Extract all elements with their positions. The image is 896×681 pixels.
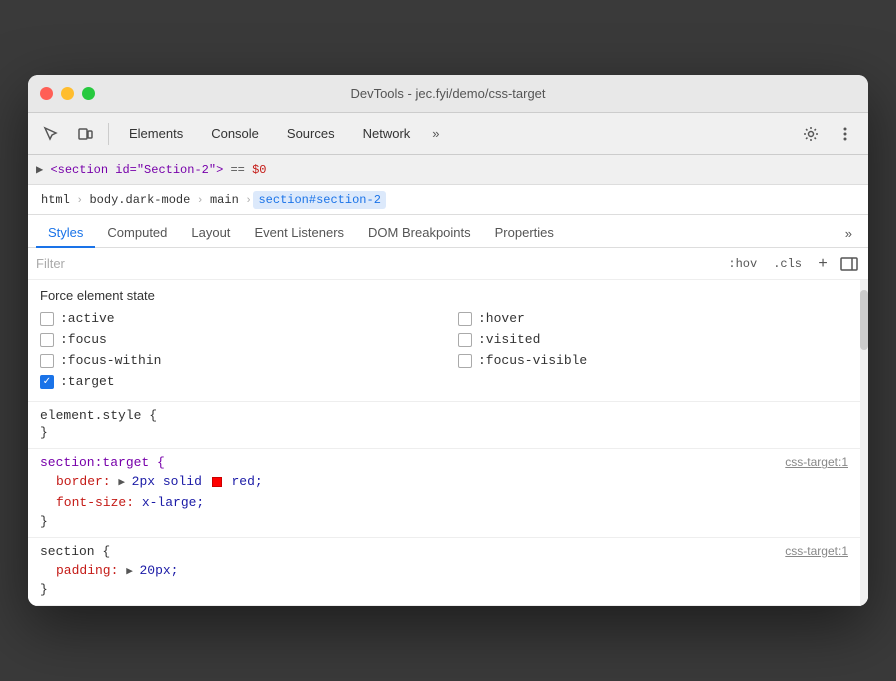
sidebar-toggle-button[interactable] [838, 253, 860, 275]
tab-layout[interactable]: Layout [179, 219, 242, 248]
css-rule-element-style: element.style { } [28, 402, 868, 449]
css-prop-value-border: 2px solid [132, 474, 210, 489]
css-prop-color-name: red; [231, 474, 262, 489]
filter-bar: :hov .cls + [28, 248, 868, 280]
state-visited-checkbox[interactable] [458, 333, 472, 347]
css-rule-section: css-target:1 section { padding: ▶ 20px; … [28, 538, 868, 606]
css-prop-name-font-size: font-size: [56, 495, 134, 510]
tab-event-listeners[interactable]: Event Listeners [242, 219, 356, 248]
minimize-button[interactable] [61, 87, 74, 100]
styles-content: Force element state :active :hover [28, 280, 868, 605]
more-options-button[interactable] [830, 120, 860, 148]
panel-tabs: Styles Computed Layout Event Listeners D… [28, 215, 868, 248]
more-panels-button[interactable]: » [837, 220, 860, 247]
main-toolbar: Elements Console Sources Network » [28, 113, 868, 155]
dom-node-label: ▶ <section id="Section-2"> == $0 [36, 162, 270, 177]
sidebar-icon [840, 257, 858, 271]
css-property-padding: padding: ▶ 20px; [40, 561, 856, 582]
force-element-state-section: Force element state :active :hover [28, 280, 868, 402]
dollar-sign: $0 [252, 163, 266, 177]
scrollbar-thumb[interactable] [860, 290, 868, 350]
state-hover[interactable]: :hover [458, 311, 856, 326]
console-tab[interactable]: Console [199, 122, 271, 145]
state-active[interactable]: :active [40, 311, 438, 326]
css-selector-section: section { [40, 544, 856, 559]
css-prop-arrow-border[interactable]: ▶ [118, 477, 131, 489]
settings-button[interactable] [796, 120, 826, 148]
css-source-link-1[interactable]: css-target:1 [785, 455, 848, 469]
state-focus-visible[interactable]: :focus-visible [458, 353, 856, 368]
hov-button[interactable]: :hov [722, 255, 763, 273]
css-close-brace-2: } [40, 582, 856, 597]
cursor-icon [43, 126, 59, 142]
device-icon [77, 126, 93, 142]
css-prop-value-padding: 20px; [139, 563, 178, 578]
css-source-link-2[interactable]: css-target:1 [785, 544, 848, 558]
tab-styles[interactable]: Styles [36, 219, 95, 248]
css-property-font-size: font-size: x-large; [40, 493, 856, 514]
breadcrumb-bar: ▶ <section id="Section-2"> == $0 [28, 155, 868, 185]
tab-computed[interactable]: Computed [95, 219, 179, 248]
titlebar-buttons [40, 87, 95, 100]
filter-input[interactable] [36, 256, 718, 271]
titlebar: DevTools - jec.fyi/demo/css-target [28, 75, 868, 113]
state-hover-checkbox[interactable] [458, 312, 472, 326]
breadcrumb-main[interactable]: main [205, 191, 244, 209]
color-swatch-red[interactable] [212, 477, 222, 487]
force-state-title: Force element state [40, 288, 856, 303]
tab-properties[interactable]: Properties [483, 219, 566, 248]
window-title: DevTools - jec.fyi/demo/css-target [350, 86, 545, 101]
elements-tab[interactable]: Elements [117, 122, 195, 145]
element-tag: <section id="Section-2"> [50, 163, 223, 177]
breadcrumb-path: html › body.dark-mode › main › section#s… [28, 185, 868, 215]
toolbar-divider [108, 123, 109, 145]
css-prop-value-font-size: x-large; [142, 495, 204, 510]
state-focus-within-checkbox[interactable] [40, 354, 54, 368]
breadcrumb-items: html › body.dark-mode › main › section#s… [36, 191, 386, 209]
device-toolbar-button[interactable] [70, 120, 100, 148]
css-close-brace-0: } [40, 425, 856, 440]
equals-sign: == [230, 163, 252, 177]
devtools-body: ▶ <section id="Section-2"> == $0 html › … [28, 155, 868, 605]
breadcrumb-section[interactable]: section#section-2 [253, 191, 385, 209]
tab-dom-breakpoints[interactable]: DOM Breakpoints [356, 219, 483, 248]
state-focus-within[interactable]: :focus-within [40, 353, 438, 368]
force-state-grid: :active :hover :focus :visited [40, 311, 856, 389]
close-button[interactable] [40, 87, 53, 100]
state-focus-checkbox[interactable] [40, 333, 54, 347]
toolbar-right [796, 120, 860, 148]
dots-vertical-icon [837, 126, 853, 142]
devtools-window: DevTools - jec.fyi/demo/css-target Eleme… [28, 75, 868, 605]
maximize-button[interactable] [82, 87, 95, 100]
state-focus[interactable]: :focus [40, 332, 438, 347]
breadcrumb-html[interactable]: html [36, 191, 75, 209]
state-visited[interactable]: :visited [458, 332, 856, 347]
css-selector-section-target: section:target { [40, 455, 856, 470]
css-prop-arrow-padding[interactable]: ▶ [126, 566, 139, 578]
css-prop-name-padding: padding: [56, 563, 118, 578]
css-property-border: border: ▶ 2px solid red; [40, 472, 856, 493]
arrow-icon: ▶ [36, 163, 43, 177]
add-style-button[interactable]: + [812, 253, 834, 275]
state-active-checkbox[interactable] [40, 312, 54, 326]
inspect-element-button[interactable] [36, 120, 66, 148]
css-selector-element-style: element.style { [40, 408, 856, 423]
network-tab[interactable]: Network [351, 122, 423, 145]
styles-panel: :hov .cls + Force element state [28, 248, 868, 605]
gear-icon [803, 126, 819, 142]
css-close-brace-1: } [40, 514, 856, 529]
css-prop-name-border: border: [56, 474, 111, 489]
state-focus-visible-checkbox[interactable] [458, 354, 472, 368]
sources-tab[interactable]: Sources [275, 122, 347, 145]
state-target[interactable]: :target [40, 374, 438, 389]
css-rule-section-target: css-target:1 section:target { border: ▶ … [28, 449, 868, 538]
more-tabs-button[interactable]: » [426, 122, 445, 145]
breadcrumb-body[interactable]: body.dark-mode [84, 191, 195, 209]
state-target-checkbox[interactable] [40, 375, 54, 389]
cls-button[interactable]: .cls [767, 255, 808, 273]
scrollbar-track[interactable] [860, 280, 868, 605]
